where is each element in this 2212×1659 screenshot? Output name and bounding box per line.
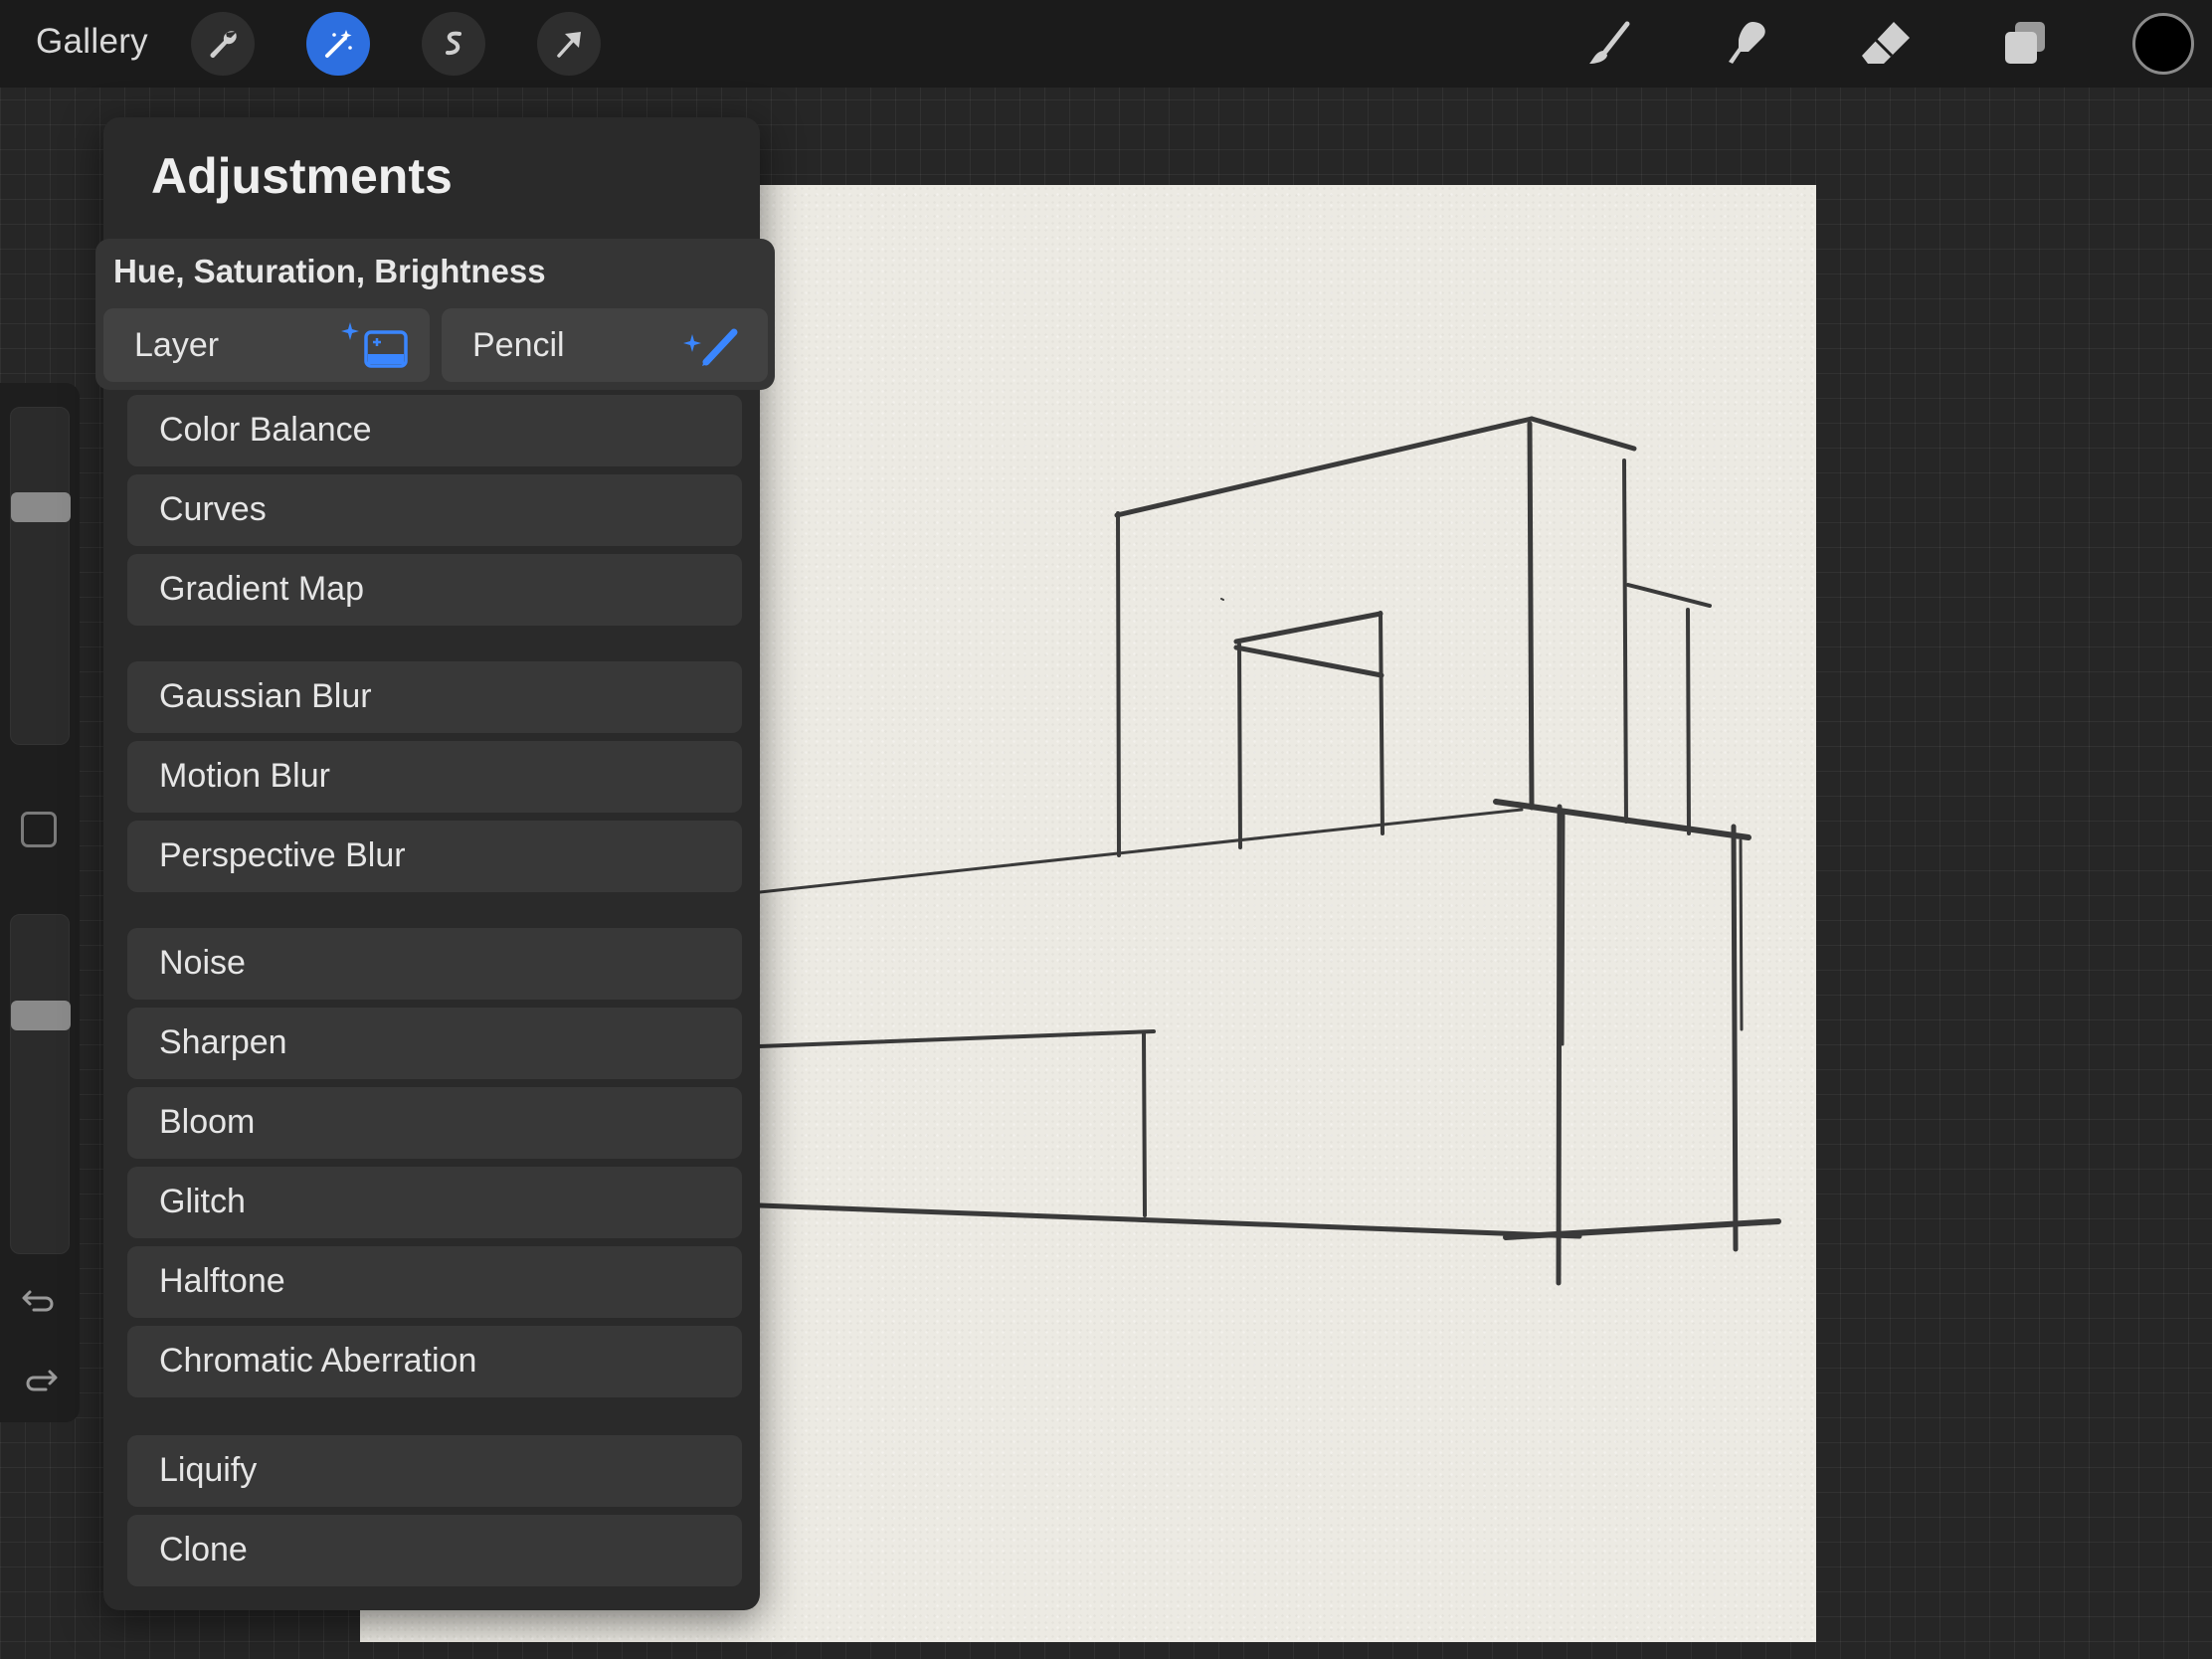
- eraser-button[interactable]: [1856, 14, 1916, 74]
- smudge-icon: [1729, 22, 1765, 64]
- menu-item-chromatic-aberration[interactable]: Chromatic Aberration: [127, 1326, 742, 1397]
- layer-sparkle-icon: [341, 322, 408, 368]
- modify-button[interactable]: [21, 812, 57, 847]
- menu-item-label: Noise: [159, 944, 246, 982]
- actions-button[interactable]: [191, 12, 255, 76]
- selection-icon: [446, 31, 461, 56]
- hue-saturation-brightness-card[interactable]: Hue, Saturation, Brightness Layer Pencil: [95, 239, 775, 390]
- color-picker-button[interactable]: [2132, 13, 2194, 75]
- pencil-sparkle-icon: [683, 328, 738, 366]
- top-toolbar: Gallery: [0, 0, 2212, 88]
- undo-icon[interactable]: [20, 1280, 60, 1320]
- layers-button[interactable]: [1995, 14, 2055, 74]
- opacity-thumb[interactable]: [11, 1001, 71, 1030]
- brush-button[interactable]: [1579, 14, 1639, 74]
- selection-button[interactable]: [422, 12, 485, 76]
- menu-item-clone[interactable]: Clone: [127, 1515, 742, 1586]
- pencil-target-label: Pencil: [472, 326, 565, 364]
- menu-item-label: Color Balance: [159, 411, 372, 449]
- menu-item-label: Clone: [159, 1531, 248, 1568]
- pencil-target-button[interactable]: Pencil: [442, 308, 768, 382]
- transform-button[interactable]: [537, 12, 601, 76]
- menu-item-label: Chromatic Aberration: [159, 1342, 477, 1380]
- adjustments-panel: Adjustments Hue, Saturation, Brightness …: [95, 117, 775, 1610]
- hsb-title: Hue, Saturation, Brightness: [113, 253, 546, 289]
- layer-target-label: Layer: [134, 326, 220, 364]
- menu-item-label: Gradient Map: [159, 570, 364, 608]
- left-sidebar: [0, 383, 80, 1422]
- opacity-slider[interactable]: [10, 914, 71, 1254]
- menu-item-motion-blur[interactable]: Motion Blur: [127, 741, 742, 813]
- menu-item-label: Liquify: [159, 1451, 258, 1489]
- menu-item-liquify[interactable]: Liquify: [127, 1435, 742, 1507]
- gallery-button[interactable]: Gallery: [36, 22, 148, 62]
- layer-target-button[interactable]: Layer: [103, 308, 430, 382]
- layers-icon: [2005, 22, 2045, 64]
- menu-item-label: Perspective Blur: [159, 836, 406, 874]
- menu-item-label: Gaussian Blur: [159, 677, 372, 715]
- wrench-icon: [210, 31, 237, 58]
- magic-wand-icon: [325, 30, 352, 58]
- menu-item-sharpen[interactable]: Sharpen: [127, 1008, 742, 1079]
- menu-item-label: Bloom: [159, 1103, 256, 1141]
- eraser-icon: [1862, 22, 1910, 64]
- menu-item-perspective-blur[interactable]: Perspective Blur: [127, 821, 742, 892]
- menu-item-color-balance[interactable]: Color Balance: [127, 395, 742, 466]
- menu-item-halftone[interactable]: Halftone: [127, 1246, 742, 1318]
- brush-icon: [1589, 21, 1630, 64]
- redo-icon[interactable]: [20, 1360, 60, 1399]
- menu-item-label: Motion Blur: [159, 757, 330, 795]
- menu-item-curves[interactable]: Curves: [127, 474, 742, 546]
- menu-item-gradient-map[interactable]: Gradient Map: [127, 554, 742, 626]
- menu-item-glitch[interactable]: Glitch: [127, 1167, 742, 1238]
- menu-item-bloom[interactable]: Bloom: [127, 1087, 742, 1159]
- menu-item-label: Curves: [159, 490, 267, 528]
- adjustments-button[interactable]: [306, 12, 370, 76]
- smudge-button[interactable]: [1717, 14, 1776, 74]
- brush-size-thumb[interactable]: [11, 492, 71, 522]
- menu-item-label: Sharpen: [159, 1023, 287, 1061]
- menu-item-gaussian-blur[interactable]: Gaussian Blur: [127, 661, 742, 733]
- menu-item-label: Halftone: [159, 1262, 285, 1300]
- brush-size-slider[interactable]: [10, 407, 71, 745]
- transform-icon: [557, 32, 581, 58]
- menu-item-label: Glitch: [159, 1183, 246, 1220]
- panel-title: Adjustments: [151, 148, 453, 204]
- menu-item-noise[interactable]: Noise: [127, 928, 742, 1000]
